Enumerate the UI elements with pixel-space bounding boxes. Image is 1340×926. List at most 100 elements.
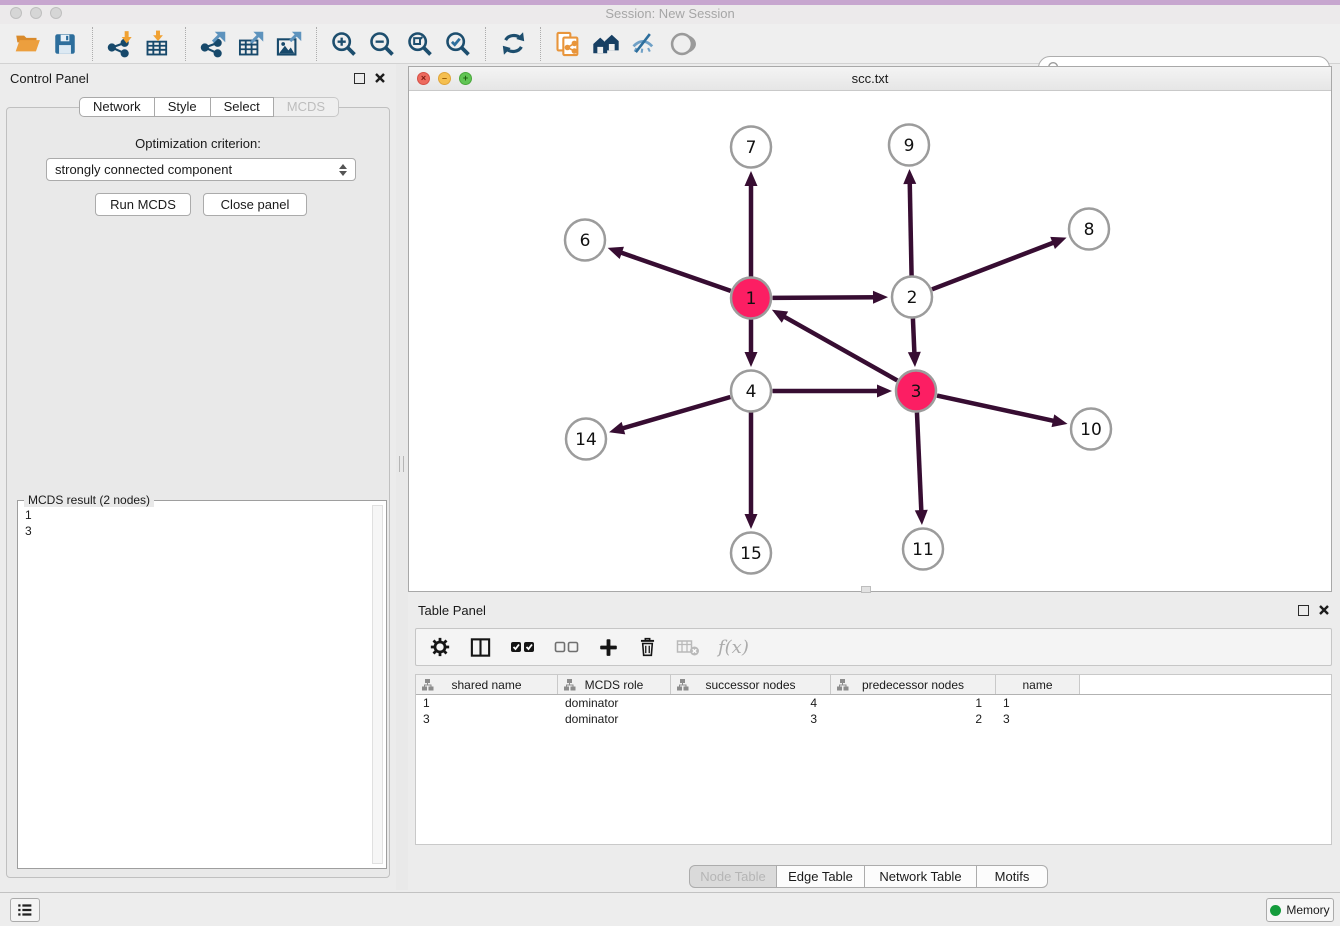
settings-icon[interactable]: [429, 636, 451, 658]
task-history-button[interactable]: [10, 898, 40, 922]
table-cell[interactable]: 1: [996, 696, 1080, 710]
table-cell[interactable]: 3: [996, 712, 1080, 726]
column-header-name[interactable]: name: [996, 675, 1080, 694]
network-canvas[interactable]: 1234678910111415: [409, 91, 1331, 591]
float-table-panel-icon[interactable]: [1298, 605, 1309, 616]
deselect-all-checkboxes-icon[interactable]: [554, 639, 580, 655]
zoom-fit-icon[interactable]: [405, 29, 435, 59]
clone-network-icon[interactable]: [553, 29, 583, 59]
window-titlebar: Session: New Session: [0, 5, 1340, 24]
graph-edge-arrowhead: [1052, 414, 1068, 427]
refresh-view-icon[interactable]: [498, 29, 528, 59]
table-panel: Table Panel f(x) shared name MCDS role: [408, 596, 1340, 890]
graph-edge-arrowhead: [608, 247, 624, 259]
column-header-MCDS-role[interactable]: MCDS role: [558, 675, 671, 694]
table-toolbar: f(x): [415, 628, 1332, 666]
show-all-icon[interactable]: [667, 29, 697, 59]
graph-node-label: 6: [580, 231, 591, 251]
table-header: shared name MCDS role successor nodes pr…: [416, 675, 1331, 695]
tab-node-table[interactable]: Node Table: [689, 865, 777, 888]
close-panel-button[interactable]: Close panel: [203, 193, 307, 216]
graph-edge-arrowhead: [877, 385, 892, 398]
select-all-checkboxes-icon[interactable]: [510, 639, 536, 655]
export-network-icon[interactable]: [198, 29, 228, 59]
tab-style[interactable]: Style: [155, 97, 211, 117]
graph-edge-3-1[interactable]: [779, 314, 897, 381]
column-header-successor-nodes[interactable]: successor nodes: [671, 675, 831, 694]
result-scrollbar[interactable]: [372, 505, 383, 864]
panel-divider[interactable]: [396, 64, 408, 890]
table-cell[interactable]: 2: [831, 712, 996, 726]
open-session-icon[interactable]: [12, 29, 42, 59]
float-panel-icon[interactable]: [354, 73, 365, 84]
tab-motifs[interactable]: Motifs: [977, 865, 1048, 888]
column-header-shared-name[interactable]: shared name: [416, 675, 558, 694]
toolbar-separator: [316, 27, 317, 61]
network-view-window: × – + scc.txt 1234678910111415: [408, 66, 1332, 592]
network-maximize-icon[interactable]: +: [459, 72, 472, 85]
export-image-icon[interactable]: [274, 29, 304, 59]
nested-networks-icon[interactable]: [591, 29, 621, 59]
hide-selection-icon[interactable]: [629, 29, 659, 59]
graph-edge-3-11[interactable]: [917, 412, 922, 517]
horizontal-divider-handle[interactable]: [861, 586, 871, 593]
save-session-icon[interactable]: [50, 29, 80, 59]
import-table-icon[interactable]: [143, 29, 173, 59]
tab-edge-table[interactable]: Edge Table: [777, 865, 865, 888]
mcds-result-group: MCDS result (2 nodes) 13: [17, 500, 387, 869]
column-header-predecessor-nodes[interactable]: predecessor nodes: [831, 675, 996, 694]
graph-edge-3-10[interactable]: [937, 396, 1060, 423]
table-cell[interactable]: 4: [671, 696, 831, 710]
control-panel: Control Panel NetworkStyleSelectMCDS Opt…: [0, 64, 396, 890]
table-cell[interactable]: 3: [671, 712, 831, 726]
export-table-icon[interactable]: [236, 29, 266, 59]
graph-edge-1-6[interactable]: [615, 251, 730, 291]
close-panel-icon[interactable]: [374, 72, 386, 84]
zoom-in-icon[interactable]: [329, 29, 359, 59]
graph-node-label: 11: [912, 540, 934, 560]
network-graph: 1234678910111415: [409, 91, 1331, 591]
network-close-icon[interactable]: ×: [417, 72, 430, 85]
toolbar-separator: [485, 27, 486, 61]
graph-edge-2-9[interactable]: [910, 177, 912, 276]
table-cell[interactable]: dominator: [558, 696, 671, 710]
tab-select[interactable]: Select: [211, 97, 274, 117]
column-header-filler: [1080, 675, 1331, 694]
graph-node-label: 14: [575, 430, 597, 450]
divider-handle[interactable]: [399, 456, 404, 472]
table-cell[interactable]: dominator: [558, 712, 671, 726]
criterion-select[interactable]: strongly connected component: [46, 158, 356, 181]
graph-node-label: 1: [746, 289, 757, 309]
table-row[interactable]: 1dominator411: [416, 695, 1331, 711]
graph-edge-4-14[interactable]: [617, 397, 731, 430]
close-table-panel-icon[interactable]: [1318, 604, 1330, 616]
graph-edge-2-8[interactable]: [932, 240, 1059, 289]
column-header-label: predecessor nodes: [862, 678, 964, 692]
result-line: 3: [25, 523, 32, 539]
zoom-selected-icon[interactable]: [443, 29, 473, 59]
table-cell[interactable]: 1: [416, 696, 558, 710]
node-table[interactable]: shared name MCDS role successor nodes pr…: [415, 674, 1332, 845]
tab-mcds[interactable]: MCDS: [274, 97, 339, 117]
graph-node-label: 4: [746, 382, 757, 402]
graph-edge-1-2[interactable]: [772, 297, 880, 298]
import-network-icon[interactable]: [105, 29, 135, 59]
graph-edge-arrowhead: [745, 352, 758, 367]
split-panel-icon[interactable]: [469, 636, 492, 659]
delete-row-icon[interactable]: [637, 636, 658, 658]
memory-button[interactable]: Memory: [1266, 898, 1334, 922]
memory-label: Memory: [1286, 903, 1329, 917]
mcds-result-list: 13: [18, 507, 32, 539]
table-row[interactable]: 3dominator323: [416, 711, 1331, 727]
tab-network[interactable]: Network: [79, 97, 155, 117]
network-window-titlebar[interactable]: × – + scc.txt: [409, 67, 1331, 91]
table-cell[interactable]: 3: [416, 712, 558, 726]
run-mcds-button[interactable]: Run MCDS: [95, 193, 191, 216]
toolbar-separator: [540, 27, 541, 61]
network-minimize-icon[interactable]: –: [438, 72, 451, 85]
tab-network-table[interactable]: Network Table: [865, 865, 977, 888]
zoom-out-icon[interactable]: [367, 29, 397, 59]
add-row-icon[interactable]: [598, 637, 619, 658]
table-cell[interactable]: 1: [831, 696, 996, 710]
column-header-label: MCDS role: [585, 678, 644, 692]
